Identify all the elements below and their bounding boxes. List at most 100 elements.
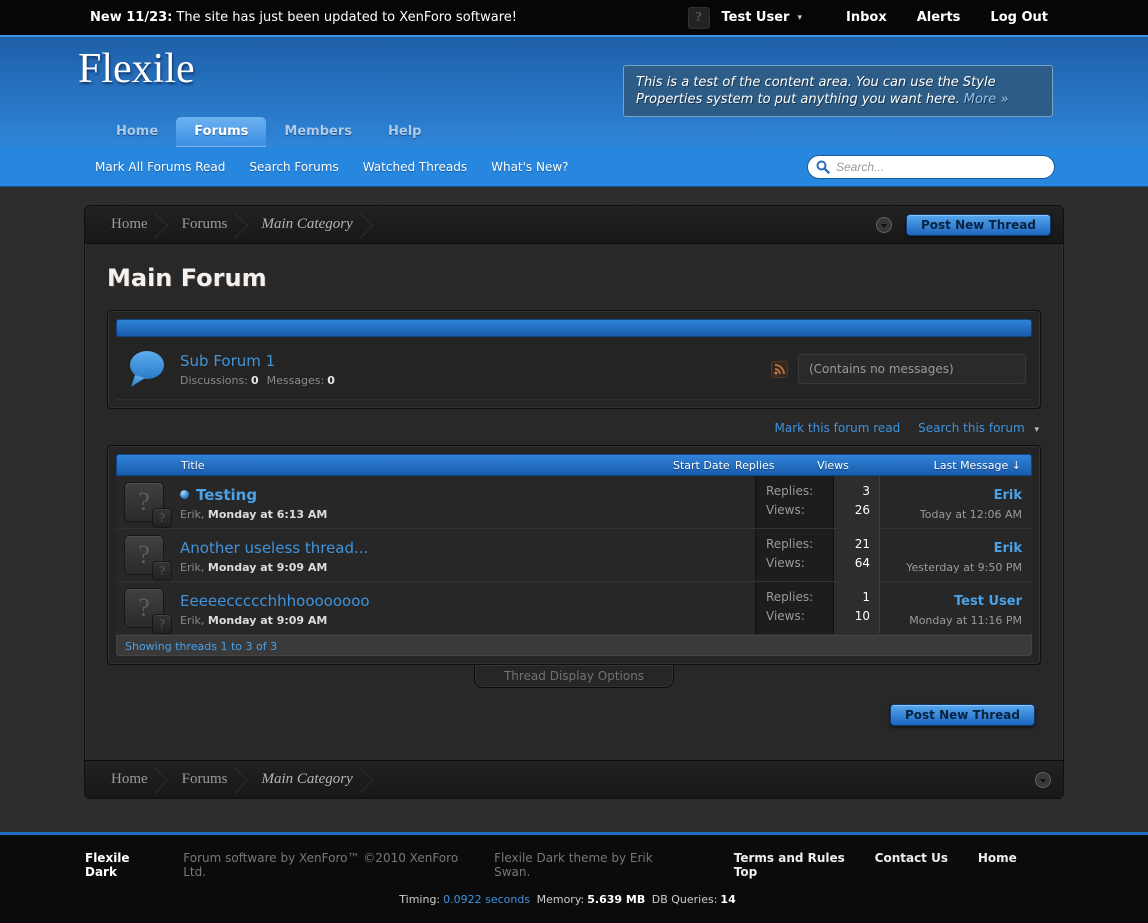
footer-home-link[interactable]: Home: [978, 851, 1017, 865]
column-replies[interactable]: Replies: [735, 459, 787, 472]
forum-bubble-icon: [126, 349, 168, 389]
top-link[interactable]: Top: [734, 865, 757, 879]
avatar-mini-question-icon: ?: [152, 614, 172, 634]
last-message-user-link[interactable]: Erik: [994, 541, 1022, 556]
page-background: Home Forums Main Category Post New Threa…: [0, 187, 1148, 832]
breadcrumb-forums[interactable]: Forums: [176, 771, 234, 788]
thread-author-link[interactable]: Erik,: [180, 614, 204, 627]
breadcrumb-top: Home Forums Main Category Post New Threa…: [85, 206, 1063, 244]
breadcrumb-bottom: Home Forums Main Category: [85, 760, 1063, 798]
mark-all-forums-read-link[interactable]: Mark All Forums Read: [95, 160, 225, 174]
thread-avatar[interactable]: ? ?: [124, 588, 164, 628]
thread-title-link[interactable]: Eeeeeccccchhhoooooooo: [180, 592, 370, 610]
memory-value: 5.639 MB: [587, 893, 645, 906]
site-footer: Flexile Dark Forum software by XenForo™ …: [0, 832, 1148, 923]
chevron-down-icon[interactable]: ▾: [1034, 425, 1039, 435]
rss-icon[interactable]: [771, 361, 788, 378]
last-message-date[interactable]: Yesterday at 9:50 PM: [880, 561, 1022, 574]
column-start-date[interactable]: Start Date: [673, 459, 735, 472]
last-message-date[interactable]: Today at 12:06 AM: [880, 508, 1022, 521]
contact-us-link[interactable]: Contact Us: [875, 851, 948, 865]
user-avatar-icon[interactable]: ?: [688, 7, 710, 29]
thread-avatar[interactable]: ? ?: [124, 535, 164, 575]
chevron-down-icon[interactable]: ▾: [797, 13, 802, 23]
search-this-forum-link[interactable]: Search this forum: [918, 421, 1025, 435]
terms-and-rules-link[interactable]: Terms and Rules: [734, 851, 845, 865]
tab-help[interactable]: Help: [370, 117, 439, 147]
breadcrumb-main-category[interactable]: Main Category: [256, 771, 359, 788]
messages-label: Messages:: [267, 374, 325, 387]
thread-title-link[interactable]: Another useless thread...: [180, 539, 368, 557]
theme-credit: Flexile Dark theme by Erik Swan.: [494, 851, 682, 879]
forums-subnav: Mark All Forums Read Search Forums Watch…: [0, 147, 1148, 187]
breadcrumb-separator-icon: [359, 761, 381, 799]
column-title[interactable]: Title: [117, 459, 673, 472]
views-label: Views:: [766, 556, 833, 570]
column-last-message[interactable]: Last Message ↓: [879, 459, 1031, 472]
replies-count: 3: [834, 484, 870, 498]
discussions-count: 0: [251, 374, 259, 387]
style-chooser-link[interactable]: Flexile Dark: [85, 851, 161, 879]
breadcrumb-forums[interactable]: Forums: [176, 216, 234, 233]
thread-start-date: Monday at 9:09 AM: [208, 561, 327, 574]
logout-link[interactable]: Log Out: [990, 10, 1048, 25]
footer-links: Terms and Rules Contact Us Home Top: [708, 851, 1050, 879]
column-views[interactable]: Views: [787, 459, 879, 472]
topbar: New 11/23:The site has just been updated…: [0, 0, 1148, 35]
last-message-date[interactable]: Monday at 11:16 PM: [880, 614, 1022, 627]
views-count: 10: [834, 609, 870, 623]
last-message-user-link[interactable]: Erik: [994, 488, 1022, 503]
replies-label: Replies:: [766, 484, 833, 498]
search-forums-link[interactable]: Search Forums: [249, 160, 338, 174]
timing-value-link[interactable]: 0.0922 seconds: [443, 893, 530, 906]
thread-author-link[interactable]: Erik,: [180, 561, 204, 574]
thread-stats: Replies: Views: 1 10: [755, 582, 880, 634]
thread-row: ? ? Another useless thread... Erik, Mond…: [116, 529, 1032, 582]
watched-threads-link[interactable]: Watched Threads: [363, 160, 467, 174]
tab-forums[interactable]: Forums: [176, 117, 266, 147]
site-logo[interactable]: Flexile: [78, 45, 195, 93]
subforum-row: Sub Forum 1 Discussions:0Messages:0 (Con…: [116, 337, 1032, 400]
subforum-stats: Discussions:0Messages:0: [180, 374, 771, 387]
breadcrumb-main-category[interactable]: Main Category: [256, 216, 359, 233]
post-new-thread-button-bottom[interactable]: Post New Thread: [890, 704, 1035, 726]
account-menu-username[interactable]: Test User: [722, 10, 790, 25]
unread-dot-icon: [180, 490, 189, 499]
main-nav-tabs: Home Forums Members Help: [98, 117, 439, 147]
thread-display-options-toggle[interactable]: Thread Display Options: [474, 665, 674, 688]
style-notice-more-link[interactable]: More »: [964, 92, 1009, 107]
avatar-mini-question-icon: ?: [152, 508, 172, 528]
main-content: Main Forum Sub Forum 1: [85, 244, 1063, 760]
thread-avatar[interactable]: ? ?: [124, 482, 164, 522]
breadcrumb-home[interactable]: Home: [105, 216, 154, 233]
search-input[interactable]: [807, 155, 1055, 179]
breadcrumb-separator-icon: [359, 206, 381, 244]
breadcrumb-separator-icon: [234, 206, 256, 244]
timing-label: Timing:: [399, 893, 440, 906]
breadcrumb-toggle-icon[interactable]: [876, 217, 892, 233]
replies-label: Replies:: [766, 537, 833, 551]
thread-author-link[interactable]: Erik,: [180, 508, 204, 521]
queries-label: DB Queries:: [652, 893, 718, 906]
memory-label: Memory:: [537, 893, 585, 906]
breadcrumb-separator-icon: [154, 206, 176, 244]
last-message-user-link[interactable]: Test User: [954, 594, 1022, 609]
tab-members[interactable]: Members: [266, 117, 370, 147]
whats-new-link[interactable]: What's New?: [491, 160, 568, 174]
thread-title-wrap: Testing: [180, 486, 327, 504]
breadcrumb-toggle-icon[interactable]: [1035, 772, 1051, 788]
category-strip: [116, 319, 1032, 337]
thread-list-header: Title Start Date Replies Views Last Mess…: [116, 454, 1032, 476]
tab-home[interactable]: Home: [98, 117, 176, 147]
inbox-link[interactable]: Inbox: [846, 10, 887, 25]
discussions-label: Discussions:: [180, 374, 248, 387]
mark-forum-read-link[interactable]: Mark this forum read: [775, 421, 901, 435]
site-notice-text: The site has just been updated to XenFor…: [176, 10, 517, 25]
thread-title-link[interactable]: Testing: [196, 486, 257, 504]
forum-tools: Mark this forum read Search this forum ▾: [109, 421, 1039, 435]
alerts-link[interactable]: Alerts: [917, 10, 961, 25]
breadcrumb-home[interactable]: Home: [105, 771, 154, 788]
breadcrumb-separator-icon: [154, 761, 176, 799]
post-new-thread-button-top[interactable]: Post New Thread: [906, 214, 1051, 236]
subforum-link[interactable]: Sub Forum 1: [180, 352, 275, 370]
